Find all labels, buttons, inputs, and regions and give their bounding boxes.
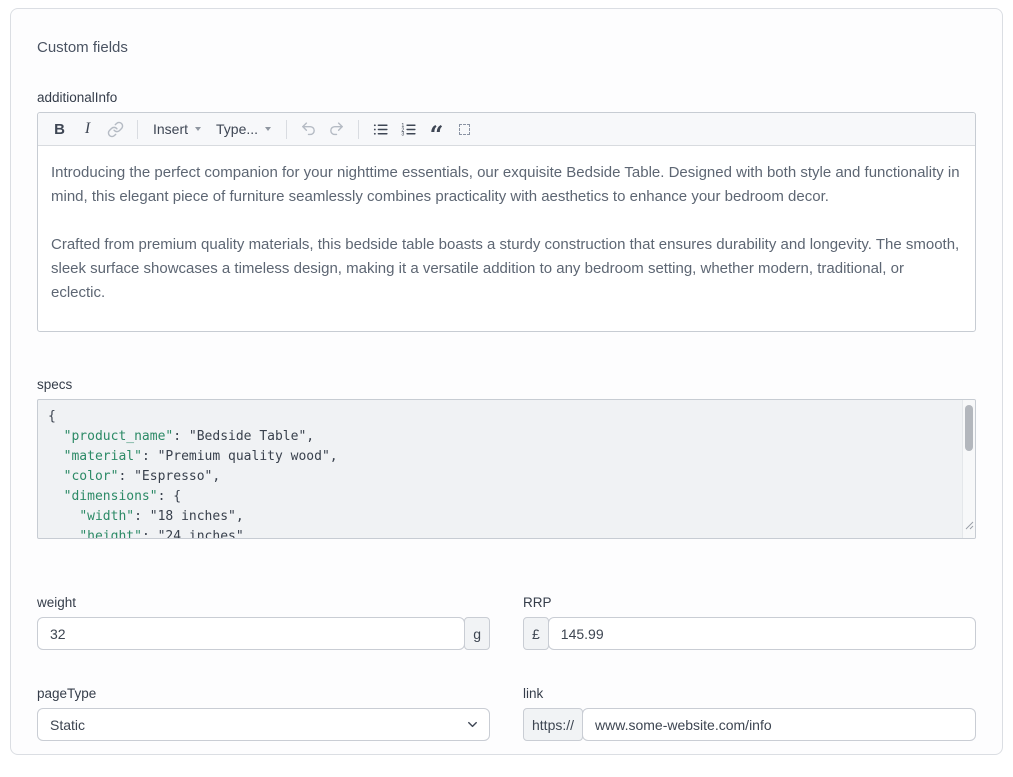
toolbar-divider [286,120,287,139]
resize-handle-icon[interactable] [964,517,974,537]
link-icon [107,121,124,138]
currency-addon: £ [523,617,549,650]
bold-button[interactable]: B [46,116,73,142]
blockquote-icon: “ [430,118,444,140]
toolbar-divider [358,120,359,139]
rte-toolbar: B I Insert Type... [38,113,975,146]
link-label: link [523,686,976,701]
dashed-square-icon [459,124,470,135]
redo-button[interactable] [323,116,350,142]
type-dropdown[interactable]: Type... [209,116,278,142]
paragraph: Introducing the perfect companion for yo… [51,161,962,209]
chevron-down-icon [265,127,271,131]
link-button[interactable] [102,116,129,142]
specs-label: specs [37,377,976,392]
link-input[interactable] [582,708,976,741]
custom-fields-card: Custom fields additionalInfo B I Insert … [10,8,1003,755]
insert-dropdown-label: Insert [153,121,188,137]
rrp-label: RRP [523,595,976,610]
redo-icon [328,121,345,138]
rich-text-editor: B I Insert Type... [37,112,976,332]
weight-field: weight g [37,595,490,650]
dashed-square-button[interactable] [451,116,478,142]
insert-dropdown[interactable]: Insert [146,116,208,142]
svg-text:3: 3 [401,131,404,137]
weight-input[interactable] [37,617,465,650]
card-title: Custom fields [37,39,976,56]
weight-unit-addon: g [464,617,490,650]
page-type-label: pageType [37,686,490,701]
blockquote-button[interactable]: “ [423,116,450,142]
specs-code-editor[interactable]: { "product_name": "Bedside Table", "mate… [37,399,976,539]
page-type-field: pageType Static [37,686,490,741]
additional-info-field: additionalInfo B I Insert Type... [37,90,976,332]
page-type-select[interactable]: Static [37,708,490,741]
protocol-addon: https:// [523,708,583,741]
scrollbar-thumb[interactable] [965,405,973,451]
italic-button[interactable]: I [74,116,101,142]
numbered-list-icon: 123 [400,121,417,138]
numbered-list-button[interactable]: 123 [395,116,422,142]
paragraph: Crafted from premium quality materials, … [51,233,962,305]
chevron-down-icon [195,127,201,131]
rrp-field: RRP £ [523,595,976,650]
type-dropdown-label: Type... [216,121,258,137]
additional-info-label: additionalInfo [37,90,976,105]
toolbar-divider [137,120,138,139]
specs-field: specs { "product_name": "Bedside Table",… [37,377,976,539]
rte-content-area[interactable]: Introducing the perfect companion for yo… [38,146,975,331]
weight-label: weight [37,595,490,610]
link-field: link https:// [523,686,976,741]
bullet-list-icon [372,121,389,138]
code-content: { "product_name": "Bedside Table", "mate… [48,407,949,539]
undo-icon [300,121,317,138]
undo-button[interactable] [295,116,322,142]
rrp-input[interactable] [548,617,976,650]
bullet-list-button[interactable] [367,116,394,142]
